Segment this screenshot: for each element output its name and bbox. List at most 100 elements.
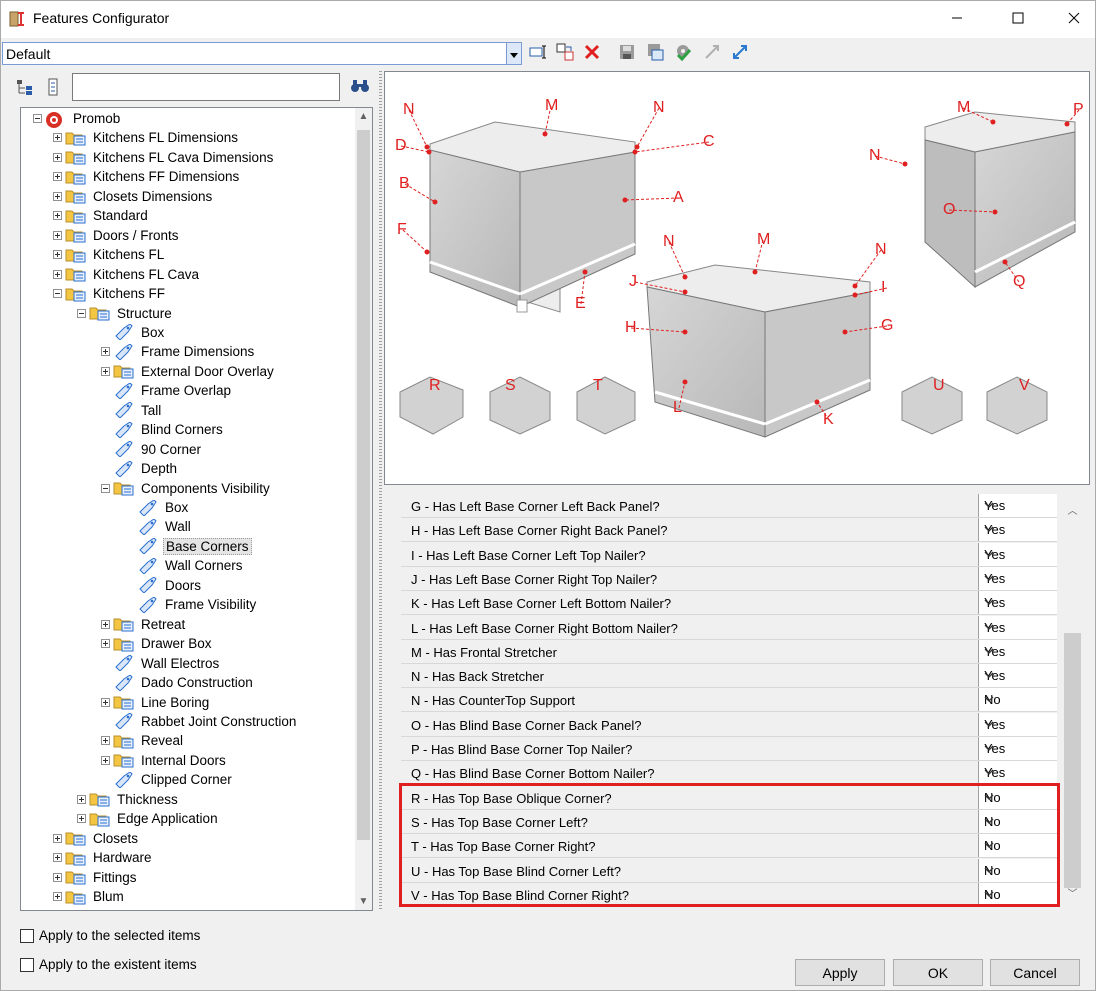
tree-item[interactable]: Frame Overlap — [101, 381, 233, 400]
property-value-dropdown[interactable]: Yes — [978, 615, 1057, 639]
expand-node-icon[interactable] — [77, 814, 86, 824]
grid-scroll-thumb[interactable] — [1064, 633, 1081, 888]
apply-button[interactable]: Apply — [795, 959, 885, 986]
cancel-button[interactable]: Cancel — [990, 959, 1080, 986]
tree-item[interactable]: Wall Corners — [125, 556, 245, 575]
expand-node-icon[interactable] — [53, 230, 62, 240]
ok-button[interactable]: OK — [893, 959, 983, 986]
grid-scroll-down[interactable]: ﹀ — [1064, 884, 1081, 901]
tree-search-input[interactable] — [72, 73, 340, 101]
minimize-button[interactable] — [934, 1, 980, 38]
tree-item[interactable]: Standard — [53, 206, 150, 225]
expand-node-icon[interactable] — [101, 366, 110, 376]
tree-item[interactable]: Reveal — [101, 731, 185, 750]
tree-item[interactable]: Kitchens FL — [53, 245, 166, 264]
tree-item[interactable]: Box — [101, 323, 166, 342]
property-value-dropdown[interactable]: Yes — [978, 664, 1057, 688]
tree-item[interactable]: Edge Application — [77, 809, 220, 828]
property-value-dropdown[interactable]: Yes — [978, 712, 1057, 736]
property-value-dropdown[interactable]: Yes — [978, 737, 1057, 760]
tree-item[interactable]: Blind Corners — [101, 420, 225, 439]
close-button[interactable] — [1051, 1, 1096, 38]
grid-scroll-up[interactable]: ︿ — [1064, 501, 1081, 518]
tree-item[interactable]: Dado Construction — [101, 673, 255, 692]
tree-item[interactable]: Rabbet Joint Construction — [101, 712, 298, 731]
save-button[interactable] — [616, 42, 638, 64]
scroll-up-button[interactable]: ▲ — [355, 108, 372, 125]
checkbox-box[interactable] — [20, 928, 34, 943]
expand-node-icon[interactable] — [77, 794, 86, 804]
expand-node-icon[interactable] — [101, 755, 110, 765]
tree-item[interactable]: Retreat — [101, 615, 187, 634]
tree-view-button[interactable] — [16, 78, 34, 99]
tree-item[interactable]: Kitchens FL Dimensions — [53, 128, 240, 147]
tree-item[interactable]: Tall — [101, 401, 163, 420]
tree-scroll-thumb[interactable] — [357, 130, 370, 840]
expand-node-icon[interactable] — [53, 833, 62, 843]
property-value-dropdown[interactable]: Yes — [978, 761, 1057, 785]
property-value-dropdown[interactable]: Yes — [978, 591, 1057, 615]
tree-item[interactable]: Thickness — [77, 790, 180, 809]
grid-scrollbar[interactable]: ︿ ﹀ — [1064, 501, 1081, 901]
collapse-node-icon[interactable] — [33, 114, 42, 123]
tree-item[interactable]: Closets — [53, 829, 140, 848]
tree-item[interactable]: Promob — [33, 109, 122, 128]
property-value-dropdown[interactable]: Yes — [978, 566, 1057, 590]
expand-node-icon[interactable] — [101, 619, 110, 629]
list-view-button[interactable] — [45, 78, 61, 99]
expand-node-icon[interactable] — [53, 191, 62, 201]
tree-item[interactable]: Drawer Box — [101, 634, 214, 653]
tree-item[interactable]: Kitchens FF Dimensions — [53, 167, 241, 186]
maximize-button[interactable] — [995, 1, 1041, 38]
tree-item[interactable]: Internal Doors — [101, 751, 228, 770]
tree-item[interactable]: Kitchens FL Cava — [53, 265, 201, 284]
expand-node-icon[interactable] — [53, 133, 62, 143]
tree-item[interactable]: Line Boring — [101, 693, 211, 712]
settings-button[interactable] — [672, 42, 694, 64]
expand-node-icon[interactable] — [53, 250, 62, 260]
collapse-button[interactable] — [701, 42, 723, 64]
find-button[interactable] — [350, 78, 370, 97]
expand-node-icon[interactable] — [53, 892, 62, 901]
expand-node-icon[interactable] — [101, 347, 110, 357]
tree-item[interactable]: Wall — [125, 517, 193, 536]
export-button[interactable] — [644, 42, 666, 64]
tree-item[interactable]: Depth — [101, 459, 179, 478]
tree-item[interactable]: External Door Overlay — [101, 362, 276, 381]
expand-node-icon[interactable] — [101, 736, 110, 746]
tree-item[interactable]: Doors / Fronts — [53, 226, 181, 245]
tree-item[interactable]: Kitchens FF — [53, 284, 167, 303]
expand-node-icon[interactable] — [53, 269, 62, 279]
property-value-dropdown[interactable]: Yes — [978, 494, 1057, 517]
tree-item[interactable]: Components Visibility — [101, 479, 272, 498]
expand-node-icon[interactable] — [101, 697, 110, 707]
tree-item[interactable]: Frame Visibility — [125, 595, 258, 614]
apply-selected-checkbox[interactable]: Apply to the selected items — [20, 928, 200, 943]
collapse-node-icon[interactable] — [101, 483, 110, 493]
tree-item[interactable]: Structure — [77, 304, 174, 323]
checkbox-box[interactable] — [20, 957, 34, 972]
move-button[interactable] — [554, 42, 576, 64]
property-value-dropdown[interactable]: Yes — [978, 542, 1057, 566]
expand-node-icon[interactable] — [53, 152, 62, 162]
tree-item[interactable]: Base Corners — [125, 537, 252, 556]
expand-node-icon[interactable] — [53, 172, 62, 182]
tree-item[interactable]: Kitchens FL Cava Dimensions — [53, 148, 275, 167]
property-value-dropdown[interactable]: Yes — [978, 639, 1057, 663]
features-tree[interactable]: ▲ ▼ Promob Kitchens FL Dimensions Kitchens… — [20, 107, 373, 911]
collapse-node-icon[interactable] — [53, 289, 62, 299]
preset-combo[interactable]: Default — [2, 42, 522, 65]
tree-item[interactable]: Wall Electros — [101, 654, 221, 673]
delete-button[interactable] — [581, 42, 603, 64]
expand-button[interactable] — [729, 42, 751, 64]
tree-item[interactable]: Fittings — [53, 868, 139, 887]
scroll-down-button[interactable]: ▼ — [355, 893, 372, 910]
expand-node-icon[interactable] — [53, 211, 62, 221]
property-value-dropdown[interactable]: Yes — [978, 518, 1057, 542]
tree-item[interactable]: Clipped Corner — [101, 770, 234, 789]
property-value-dropdown[interactable]: No — [978, 688, 1057, 712]
apply-existent-checkbox[interactable]: Apply to the existent items — [20, 957, 197, 972]
tree-item[interactable]: Box — [125, 498, 190, 517]
tree-item[interactable]: 90 Corner — [101, 440, 203, 459]
expand-node-icon[interactable] — [53, 853, 62, 863]
